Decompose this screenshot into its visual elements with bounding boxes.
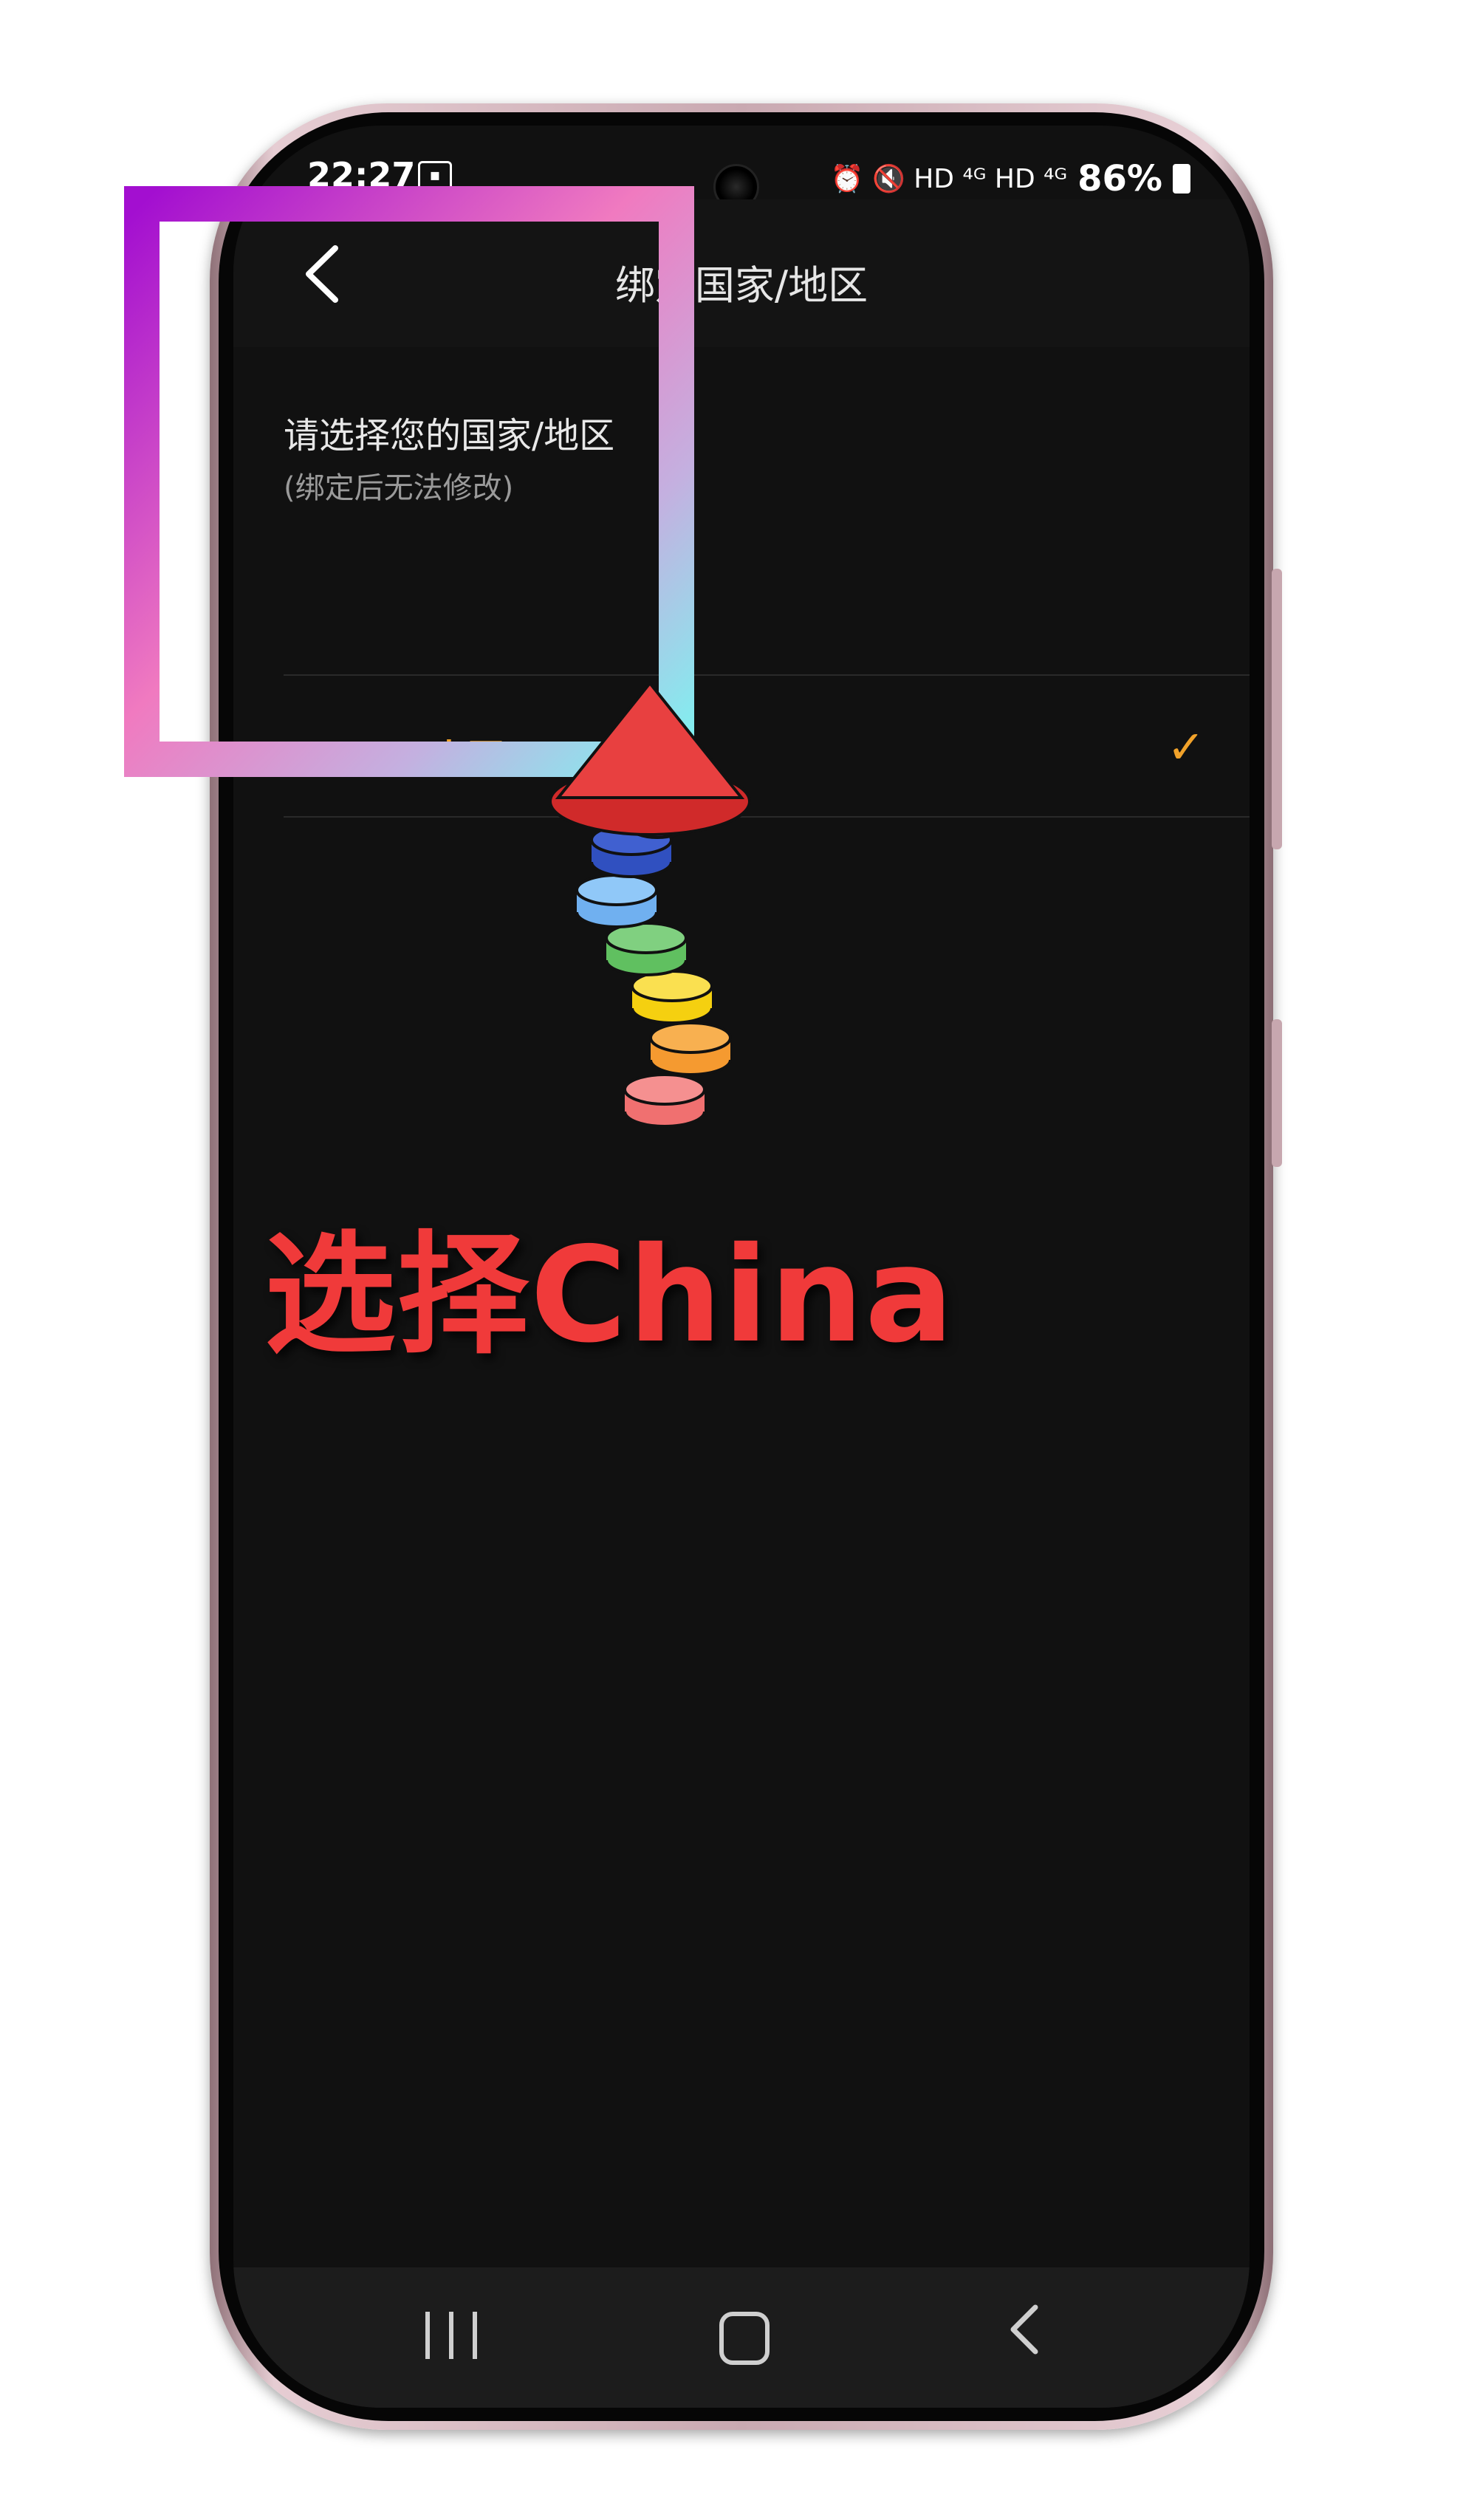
divider [284, 816, 1250, 818]
battery-level: 86% [1077, 158, 1162, 199]
power-button [1272, 1019, 1282, 1167]
annotation-label: 选择China [264, 1219, 956, 1372]
check-icon: ✓ [1167, 720, 1205, 774]
status-bar: 22:27 ▪ ⏰ 🔇 HD ⁴ᴳ HD ⁴ᴳ 86% [233, 126, 1250, 210]
volume-button [1272, 569, 1282, 849]
system-back-button[interactable] [1001, 2291, 1046, 2380]
home-button[interactable] [719, 2312, 770, 2365]
status-icons: ⏰ 🔇 HD ⁴ᴳ HD ⁴ᴳ [830, 164, 1068, 194]
chevron-left-icon [1010, 2304, 1038, 2355]
recents-button[interactable] [425, 2312, 477, 2359]
system-nav-bar [233, 2267, 1250, 2408]
arrow-up-icon [549, 680, 751, 1128]
status-indicators: ⏰ 🔇 HD ⁴ᴳ HD ⁴ᴳ 86% [831, 158, 1190, 199]
battery-icon [1173, 164, 1190, 194]
